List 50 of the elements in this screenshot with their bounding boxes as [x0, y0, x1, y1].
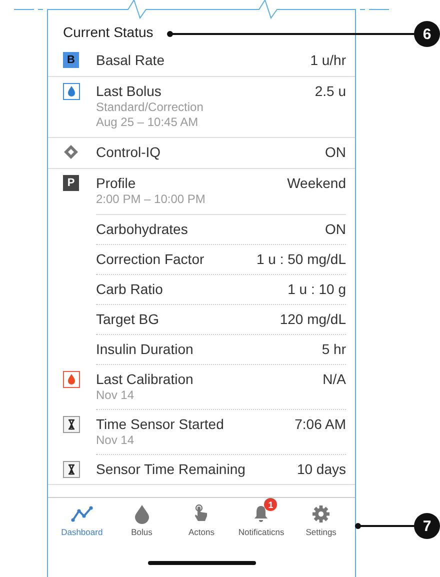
diamond-icon [63, 144, 79, 160]
item-detail: 2:00 PM – 10:00 PM [96, 192, 206, 206]
hourglass-icon [63, 461, 80, 478]
item-value: 1 u : 50 mg/dL [256, 251, 346, 267]
item-label: Last Calibration [96, 371, 194, 387]
drop-icon [63, 371, 80, 388]
drop-icon [134, 504, 150, 524]
nav-tab[interactable]: Actons [172, 498, 232, 537]
profile-badge-icon: P [63, 175, 79, 191]
section-title: Current Status [63, 24, 154, 40]
hand-pointer-icon [194, 504, 208, 524]
item-value: Weekend [287, 175, 346, 191]
item-value: 1 u : 10 g [288, 281, 346, 297]
item-label: Carbohydrates [96, 221, 188, 237]
item-detail: Standard/Correction [96, 100, 204, 114]
drop-icon [63, 83, 80, 100]
settings-icon [312, 505, 330, 523]
basal-badge-icon: B [63, 52, 79, 68]
item-value: ON [325, 221, 346, 237]
item-label: Insulin Duration [96, 341, 194, 357]
item-value: 7:06 AM [294, 416, 346, 432]
callout-number: 7 [414, 513, 440, 539]
item-label: Sensor Time Remaining [96, 461, 246, 477]
item-label: Target BG [96, 311, 160, 327]
bell-icon [253, 505, 270, 523]
item-detail: Aug 25 – 10:45 AM [96, 115, 200, 129]
item-value: 2.5 u [314, 83, 346, 99]
chart-line-icon [70, 505, 93, 523]
item-label: Profile [96, 175, 136, 191]
item-value: ON [325, 144, 346, 160]
notification-count-badge: 1 [264, 498, 278, 511]
nav-tab[interactable]: Bolus [112, 498, 172, 537]
item-label: Carb Ratio [96, 281, 163, 297]
item-label: Time Sensor Started [96, 416, 224, 432]
item-detail: Nov 14 [96, 433, 136, 447]
callout-number: 6 [414, 21, 440, 47]
item-detail: Nov 14 [96, 388, 136, 402]
item-value: 1 u/hr [310, 52, 346, 68]
item-label: Control-IQ [96, 144, 161, 160]
nav-tab[interactable]: Settings [291, 498, 351, 537]
item-label: Last Bolus [96, 83, 162, 99]
item-value: 5 hr [322, 341, 346, 357]
item-value: 120 mg/dL [280, 311, 346, 327]
item-label: Correction Factor [96, 251, 204, 267]
item-value: N/A [322, 371, 346, 387]
item-label: Basal Rate [96, 52, 164, 68]
nav-tab[interactable]: Dashboard [52, 498, 112, 537]
hourglass-icon [63, 416, 80, 433]
item-value: 10 days [296, 461, 346, 477]
nav-tab[interactable]: 1 Notificaticns [231, 498, 292, 537]
